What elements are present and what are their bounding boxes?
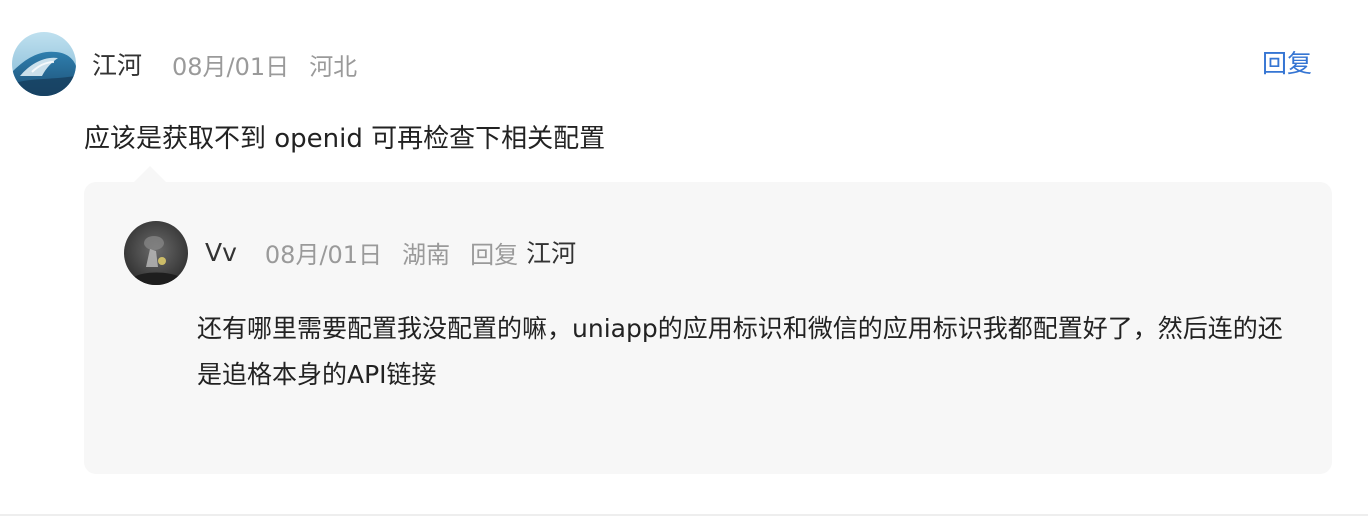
author-name[interactable]: 江河 bbox=[92, 46, 142, 82]
comment-item: 江河 08月/01日 河北 回复 应该是获取不到 openid 可再检查下相关配… bbox=[0, 0, 1368, 516]
reply-to-name[interactable]: 江河 bbox=[526, 234, 576, 270]
reply-avatar[interactable] bbox=[124, 221, 188, 285]
reply-text: 还有哪里需要配置我没配置的嘛，uniapp的应用标识和微信的应用标识我都配置好了… bbox=[197, 314, 1283, 389]
avatar[interactable] bbox=[12, 32, 76, 96]
nested-reply-caret bbox=[134, 166, 166, 182]
comment-header: 江河 08月/01日 河北 bbox=[92, 46, 357, 82]
ocean-wave-avatar-icon bbox=[12, 32, 76, 96]
reply-header: Vv 08月/01日 湖南 回复 江河 bbox=[205, 234, 576, 270]
dark-photo-avatar-icon bbox=[124, 221, 188, 285]
reply-to-label: 回复 bbox=[470, 240, 519, 269]
reply-location: 湖南 bbox=[402, 240, 451, 269]
comment-location: 河北 bbox=[309, 52, 358, 81]
reply-button[interactable]: 回复 bbox=[1262, 46, 1312, 82]
comment-text: 应该是获取不到 openid 可再检查下相关配置 bbox=[84, 124, 606, 154]
reply-author-name[interactable]: Vv bbox=[205, 238, 237, 267]
reply-date: 08月/01日 bbox=[264, 240, 383, 269]
comment-date: 08月/01日 bbox=[172, 52, 290, 81]
